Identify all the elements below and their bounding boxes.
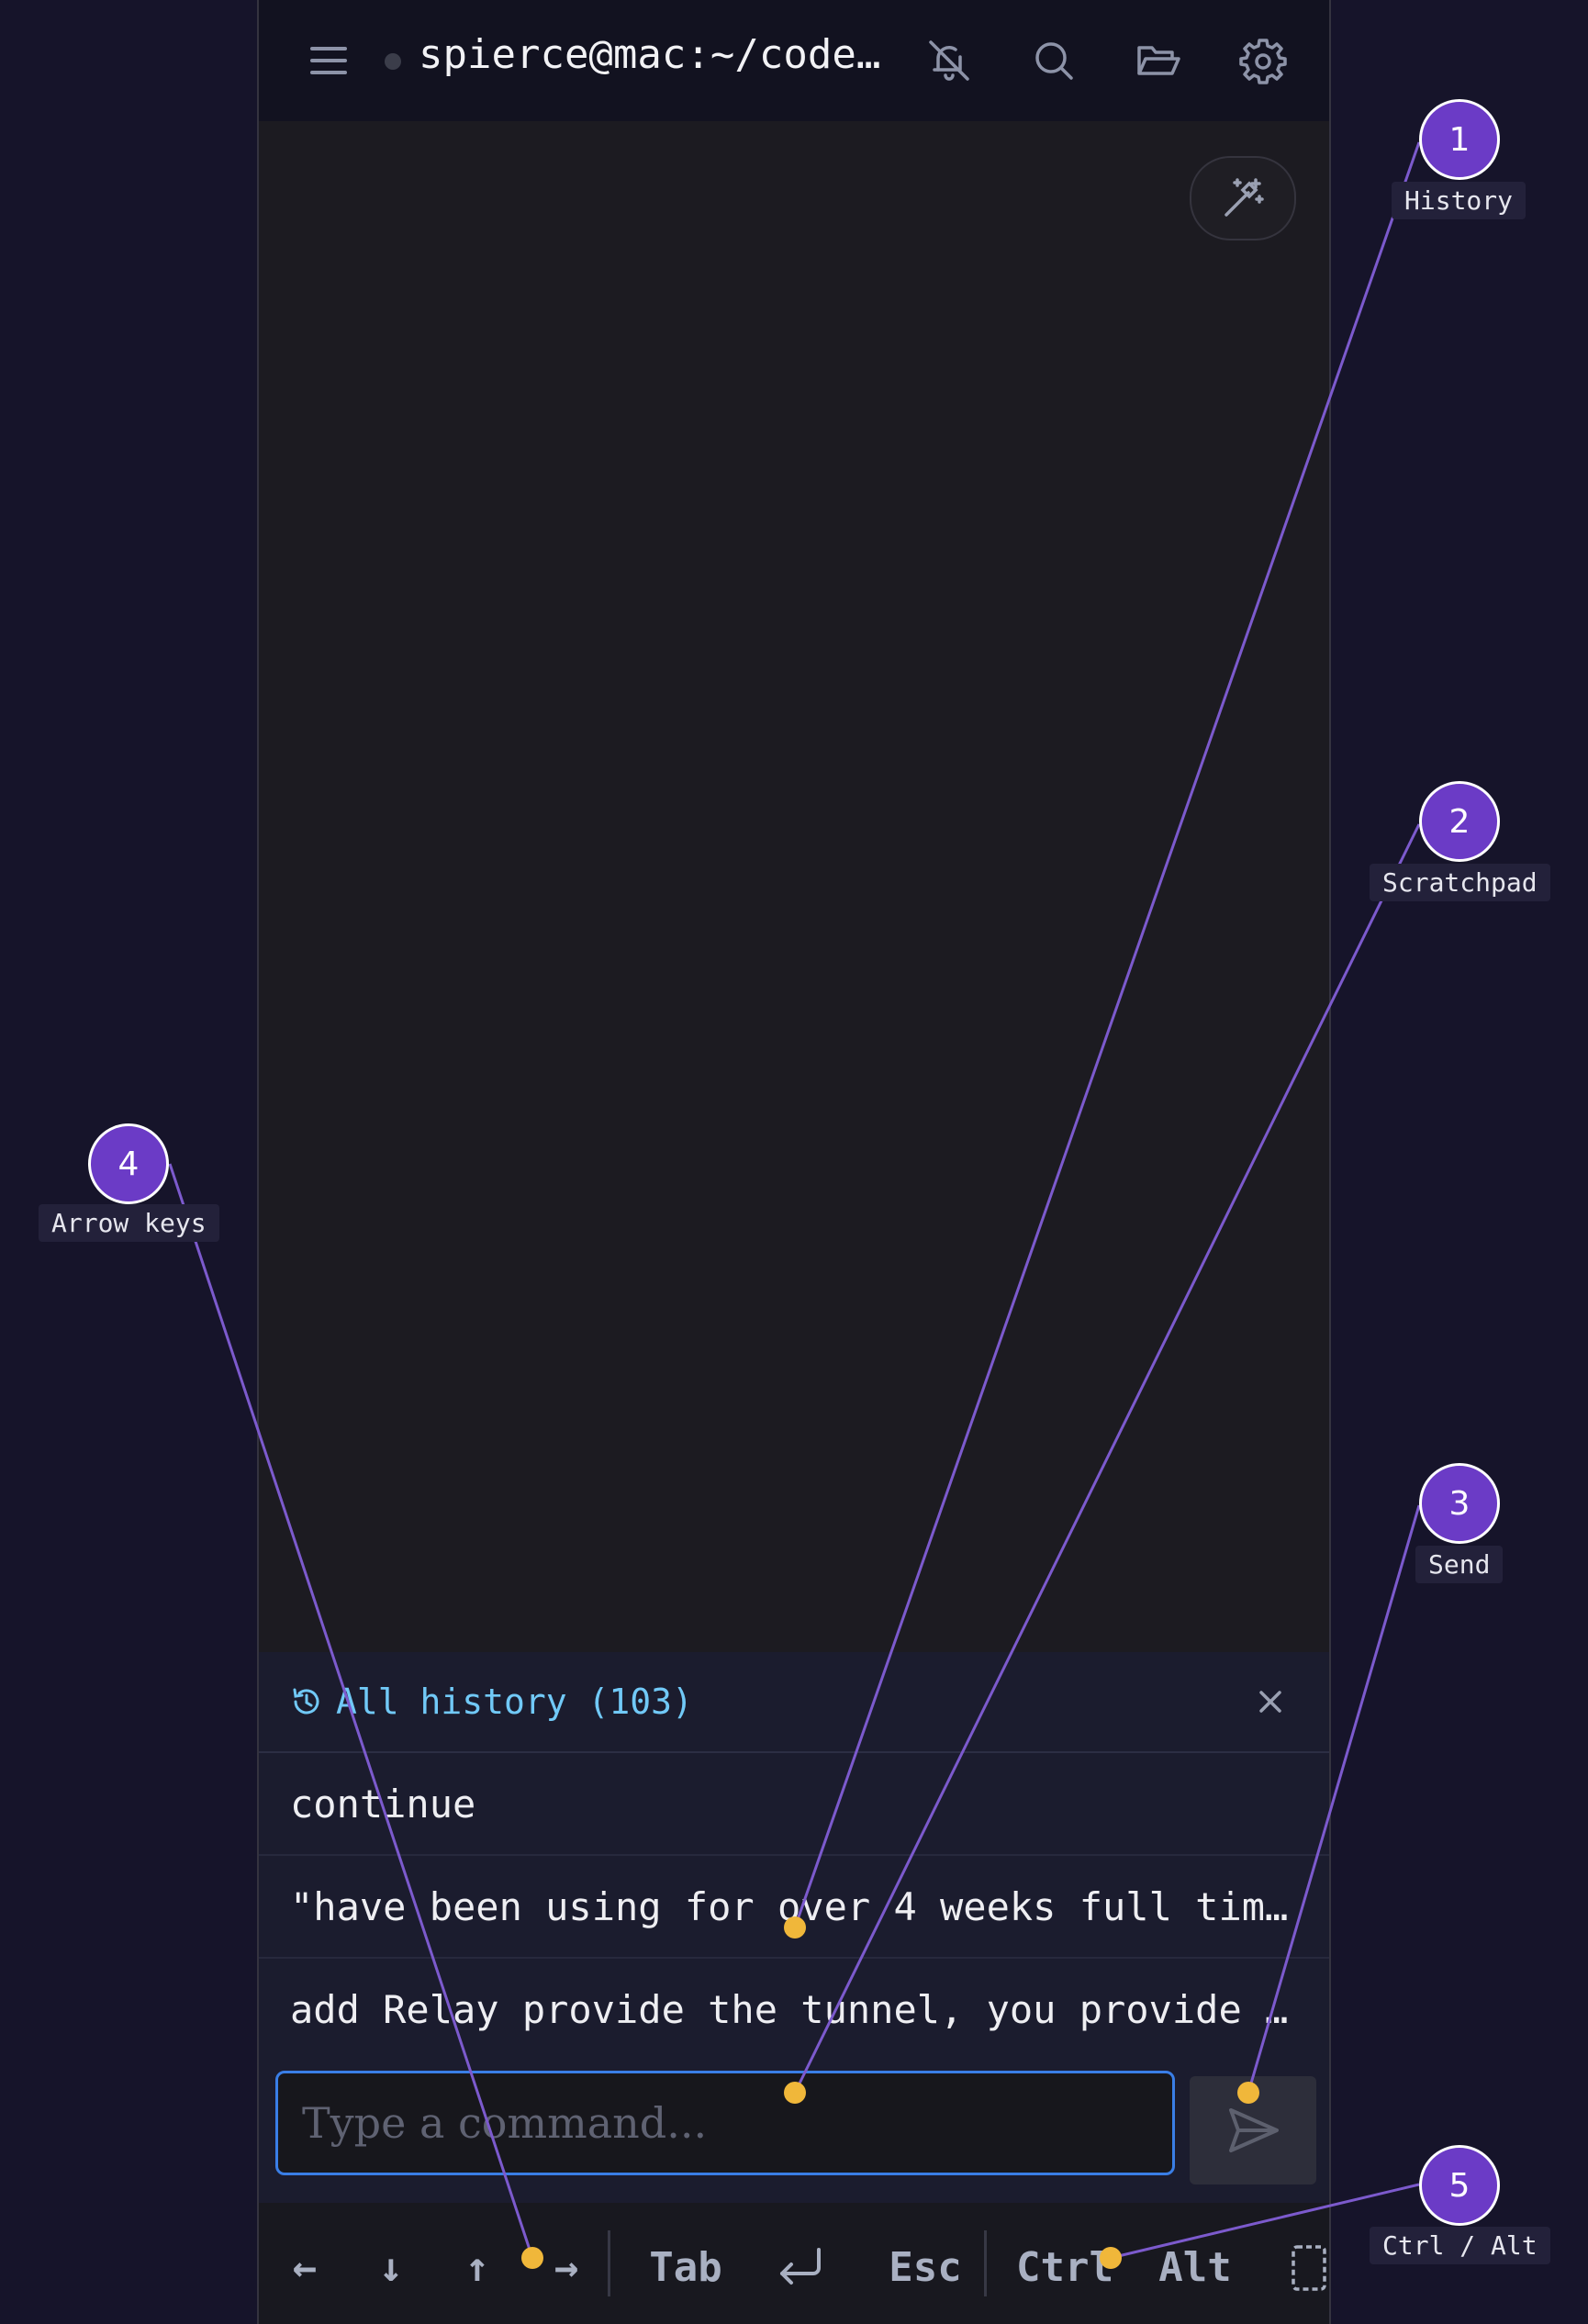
- terminal-output[interactable]: [259, 121, 1329, 1652]
- arrow-down-key[interactable]: ↓: [363, 2240, 419, 2295]
- annotation-label-arrow-keys: Arrow keys: [39, 1204, 219, 1242]
- history-item[interactable]: add Relay provide the tunnel, you provid…: [259, 1959, 1329, 2061]
- history-icon: [293, 1688, 319, 1715]
- arrow-right-key[interactable]: →: [534, 2240, 598, 2295]
- annotation-badge-scratchpad: 2: [1419, 781, 1500, 862]
- close-button[interactable]: [1248, 1680, 1292, 1724]
- arrow-left-key[interactable]: ←: [277, 2240, 332, 2295]
- key-divider: [608, 2230, 610, 2296]
- annotation-badge-ctrl-alt: 5: [1419, 2145, 1500, 2226]
- bell-off-icon[interactable]: [923, 35, 975, 86]
- history-item[interactable]: continue: [259, 1753, 1329, 1856]
- tab-key[interactable]: Tab: [635, 2240, 736, 2295]
- history-header: All history (103): [259, 1652, 1329, 1753]
- key-divider: [984, 2230, 987, 2296]
- send-icon: [1229, 2108, 1279, 2152]
- annotation-label-ctrl-alt: Ctrl / Alt: [1370, 2227, 1550, 2264]
- enter-icon: [780, 2248, 821, 2285]
- annotation-badge-arrow-keys: 4: [88, 1123, 169, 1204]
- magic-wand-icon: [1225, 178, 1264, 217]
- annotation-label-history: History: [1392, 182, 1526, 219]
- connection-status-dot: [385, 53, 401, 70]
- command-input[interactable]: [275, 2071, 1175, 2175]
- close-icon: [1259, 1691, 1281, 1713]
- arrow-up-key[interactable]: ↑: [450, 2240, 505, 2295]
- alt-key[interactable]: Alt: [1149, 2240, 1241, 2295]
- clipboard-key[interactable]: [1285, 2240, 1329, 2295]
- annotation-label-scratchpad: Scratchpad: [1370, 864, 1550, 901]
- folder-open-icon[interactable]: [1133, 35, 1184, 86]
- history-title: All history (103): [336, 1682, 693, 1722]
- top-bar: spierce@mac:~/code…: [259, 0, 1329, 121]
- magic-wand-button[interactable]: [1190, 156, 1296, 240]
- command-bar: [259, 2056, 1329, 2203]
- history-item[interactable]: "have been using for over 4 weeks full t…: [259, 1856, 1329, 1959]
- annotation-label-send: Send: [1415, 1546, 1504, 1583]
- enter-key[interactable]: [764, 2240, 837, 2295]
- annotation-badge-history: 1: [1419, 99, 1500, 180]
- esc-key[interactable]: Esc: [879, 2240, 971, 2295]
- extra-keys-bar: ← ↓ ↑ → Tab Esc Ctrl Alt: [259, 2203, 1329, 2324]
- phone-frame: spierce@mac:~/code… All history (103) co…: [257, 0, 1331, 2324]
- annotation-badge-send: 3: [1419, 1463, 1500, 1544]
- search-icon[interactable]: [1028, 35, 1079, 86]
- gear-icon[interactable]: [1237, 35, 1289, 86]
- hamburger-menu-icon[interactable]: [303, 35, 354, 86]
- clipboard-icon: [1292, 2245, 1326, 2291]
- ctrl-key[interactable]: Ctrl: [1010, 2240, 1120, 2295]
- history-panel: All history (103) continue "have been us…: [259, 1652, 1329, 2061]
- send-button[interactable]: [1190, 2076, 1316, 2184]
- session-title: spierce@mac:~/code…: [419, 31, 881, 78]
